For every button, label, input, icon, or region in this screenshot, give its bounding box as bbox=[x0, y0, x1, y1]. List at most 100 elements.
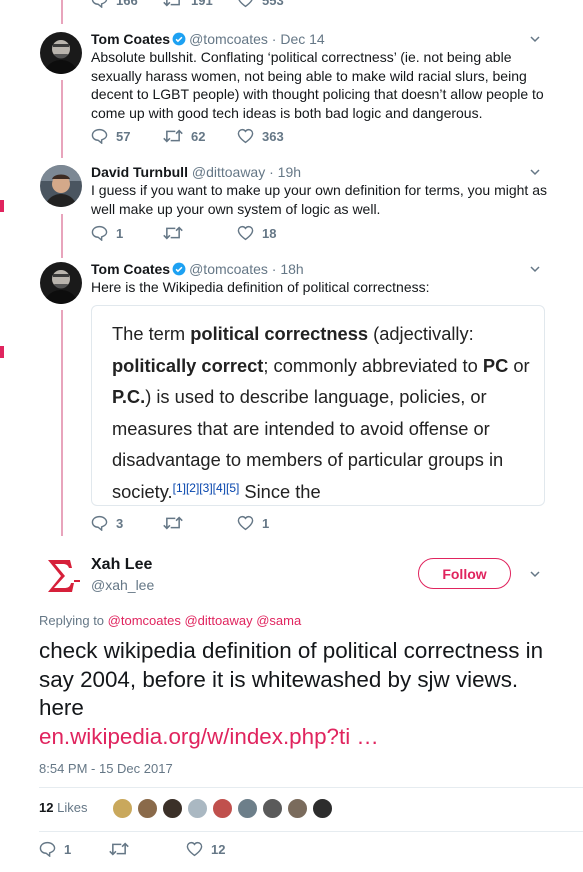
heart-icon bbox=[237, 515, 254, 531]
heart-icon bbox=[237, 225, 254, 241]
divider bbox=[39, 831, 583, 832]
reply-icon bbox=[91, 515, 108, 531]
like-count: 1 bbox=[262, 515, 270, 531]
reply-icon bbox=[91, 225, 108, 241]
tweet-text: Absolute bullshit. Conflating ‘political… bbox=[91, 49, 544, 121]
likes-label: Likes bbox=[57, 800, 88, 815]
mention-link[interactable]: @tomcoates bbox=[108, 613, 181, 628]
avatar[interactable] bbox=[40, 165, 82, 207]
like-count: 18 bbox=[262, 225, 277, 241]
retweet-button[interactable]: 62 bbox=[163, 128, 205, 144]
reply-icon bbox=[91, 0, 108, 8]
liker-avatars bbox=[112, 798, 352, 820]
tweet-timestamp[interactable]: 8:54 PM - 15 Dec 2017 bbox=[39, 761, 173, 776]
reply-count: 57 bbox=[116, 128, 131, 144]
reply-icon bbox=[91, 128, 108, 144]
retweet-button[interactable]: 191 bbox=[163, 0, 213, 8]
like-button[interactable]: 12 bbox=[186, 841, 225, 857]
excerpt-text: Since the bbox=[239, 480, 321, 502]
mention-link[interactable]: @dittoaway bbox=[184, 613, 252, 628]
tweet-time[interactable]: · 19h bbox=[269, 164, 301, 180]
like-button[interactable]: 553 bbox=[237, 0, 284, 8]
liker-avatar[interactable] bbox=[187, 798, 208, 819]
liker-avatar[interactable] bbox=[112, 798, 133, 819]
excerpt-text: The term bbox=[112, 323, 191, 344]
like-count: 363 bbox=[262, 128, 284, 144]
retweet-icon bbox=[163, 226, 183, 240]
excerpt-bold-term: politically correct bbox=[112, 354, 264, 376]
thread-line bbox=[61, 214, 63, 258]
excerpt-text: ; commonly abbreviated to bbox=[263, 354, 483, 376]
reply-count: 3 bbox=[116, 515, 124, 531]
follow-button[interactable]: Follow bbox=[418, 558, 511, 589]
liker-avatar[interactable] bbox=[287, 798, 308, 819]
verified-badge-icon bbox=[172, 262, 186, 276]
retweet-icon bbox=[163, 129, 183, 143]
like-button[interactable]: 363 bbox=[237, 128, 284, 144]
retweet-button[interactable] bbox=[163, 225, 191, 241]
verified-badge-icon bbox=[172, 32, 186, 46]
reply-button[interactable]: 1 bbox=[91, 225, 123, 241]
chevron-down-icon[interactable] bbox=[529, 263, 541, 275]
chevron-down-icon[interactable] bbox=[529, 33, 541, 45]
author-name[interactable]: Xah Lee bbox=[91, 556, 152, 574]
excerpt-bold-term: PC bbox=[482, 354, 509, 376]
likes-summary[interactable]: 12 Likes bbox=[39, 800, 87, 820]
avatar[interactable] bbox=[40, 32, 82, 74]
liker-avatar[interactable] bbox=[237, 798, 258, 819]
wikipedia-link[interactable]: en.wikipedia.org/w/index.php?ti … bbox=[39, 723, 559, 752]
retweet-button[interactable] bbox=[163, 515, 191, 531]
avatar[interactable] bbox=[39, 554, 83, 598]
author-name[interactable]: David Turnbull bbox=[91, 164, 188, 180]
liker-avatar[interactable] bbox=[162, 798, 183, 819]
reply-button[interactable]: 57 bbox=[91, 128, 130, 144]
heart-icon bbox=[237, 128, 254, 144]
chevron-down-icon[interactable] bbox=[529, 166, 541, 178]
reply-count: 166 bbox=[116, 0, 138, 8]
excerpt-text: or bbox=[508, 354, 530, 376]
liker-avatar[interactable] bbox=[312, 798, 333, 819]
reply-count: 1 bbox=[116, 225, 124, 241]
reply-button[interactable]: 166 bbox=[91, 0, 138, 8]
like-count: 12 bbox=[211, 841, 226, 857]
author-name[interactable]: Tom Coates bbox=[91, 261, 170, 277]
chevron-down-icon[interactable] bbox=[529, 568, 541, 580]
retweet-button[interactable] bbox=[109, 841, 137, 857]
excerpt-text: (adjectivally: bbox=[368, 323, 474, 344]
wikipedia-screenshot-card[interactable]: The term political correctness (adjectiv… bbox=[91, 305, 545, 506]
like-count: 553 bbox=[262, 0, 284, 8]
tweet-header: Tom Coates @tomcoates · Dec 14 bbox=[91, 31, 325, 47]
author-handle[interactable]: @tomcoates bbox=[189, 261, 268, 277]
replying-to-label: Replying to bbox=[39, 613, 108, 628]
mention-link[interactable]: @sama bbox=[256, 613, 301, 628]
main-tweet-text: check wikipedia definition of political … bbox=[39, 637, 559, 751]
thread-line bbox=[61, 0, 63, 24]
author-handle[interactable]: @tomcoates bbox=[189, 31, 268, 47]
like-button[interactable]: 1 bbox=[237, 515, 269, 531]
liker-avatar[interactable] bbox=[212, 798, 233, 819]
tweet-text: I guess if you want to make up your own … bbox=[91, 182, 547, 217]
reply-button[interactable]: 3 bbox=[91, 515, 123, 531]
reply-button[interactable]: 1 bbox=[39, 841, 71, 857]
reference-links: [1][2][3][4][5] bbox=[172, 480, 240, 495]
avatar[interactable] bbox=[40, 262, 82, 304]
liker-avatar[interactable] bbox=[137, 798, 158, 819]
reply-icon bbox=[39, 841, 56, 857]
tweet-text: Here is the Wikipedia definition of poli… bbox=[91, 279, 430, 295]
reply-count: 1 bbox=[64, 841, 72, 857]
tweet-time[interactable]: · Dec 14 bbox=[272, 31, 325, 47]
author-name[interactable]: Tom Coates bbox=[91, 31, 170, 47]
liker-avatar[interactable] bbox=[262, 798, 283, 819]
retweet-icon bbox=[163, 0, 180, 7]
divider bbox=[39, 787, 583, 788]
like-button[interactable]: 18 bbox=[237, 225, 276, 241]
tweet-header: David Turnbull @dittoaway · 19h bbox=[91, 164, 301, 180]
author-handle[interactable]: @dittoaway bbox=[192, 164, 265, 180]
author-handle[interactable]: @xah_lee bbox=[91, 577, 154, 593]
replying-to: Replying to @tomcoates @dittoaway @sama bbox=[39, 613, 301, 628]
tweet-time[interactable]: · 18h bbox=[272, 261, 304, 277]
heart-icon bbox=[186, 841, 203, 857]
excerpt-bold-term: political correctness bbox=[190, 323, 369, 344]
tweet-header: Tom Coates @tomcoates · 18h bbox=[91, 261, 304, 277]
retweet-count: 191 bbox=[191, 0, 213, 8]
